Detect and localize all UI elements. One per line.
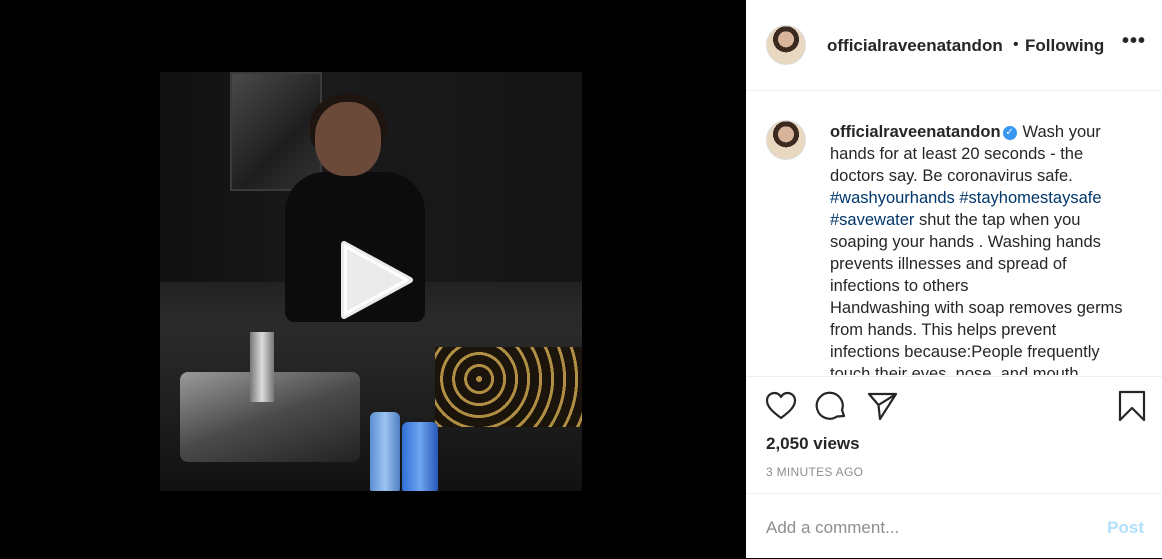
caption-area: officialraveenatandon ✓ Wash your hands fo… [746,91,1162,375]
video-frame-soap-bottle [370,412,400,491]
avatar[interactable] [766,25,806,65]
post-header: officialraveenatandon • Following ••• [746,0,1162,91]
post-timestamp[interactable]: 3 MINUTES AGO [766,465,863,479]
bookmark-icon[interactable] [1115,389,1149,423]
speech-bubble-icon[interactable] [815,389,849,423]
post-actions: 2,050 views 3 MINUTES AGO [746,377,1162,493]
paper-plane-icon[interactable] [865,389,899,423]
username-link[interactable]: officialraveenatandon [827,36,1003,56]
caption-more: Handwashing with soap removes germs from… [830,299,1123,375]
instagram-post-modal: officialraveenatandon • Following ••• of… [0,0,1162,558]
more-options-icon[interactable]: ••• [1122,30,1146,53]
video-player[interactable] [160,72,582,491]
hashtag-link[interactable]: #washyourhands [830,189,955,207]
comment-form: Add a comment... Post [746,493,1162,559]
hashtag-link[interactable]: #stayhomestaysafe [959,189,1101,207]
video-frame-soap-bottle [402,422,438,491]
video-frame-person-head [315,102,381,176]
post-comment-button[interactable]: Post [1107,518,1144,538]
avatar[interactable] [766,120,806,160]
caption-username-link[interactable]: officialraveenatandon [830,123,1001,141]
video-frame-decor-panel [435,347,582,427]
post-sidebar: officialraveenatandon • Following ••• of… [746,0,1162,558]
view-count[interactable]: 2,050 views [766,434,860,454]
following-button[interactable]: Following [1025,36,1104,56]
caption-text: officialraveenatandon ✓ Wash your hands fo… [830,121,1126,375]
play-icon[interactable] [336,240,414,320]
hashtag-link[interactable]: #savewater [830,211,914,229]
verified-badge-icon: ✓ [1002,125,1017,140]
media-pane [0,0,746,558]
video-frame-tap [250,332,274,402]
video-frame-mirror [230,72,322,191]
follow-separator: • [1013,36,1019,53]
comment-input[interactable]: Add a comment... [766,518,899,538]
heart-icon[interactable] [764,389,798,423]
